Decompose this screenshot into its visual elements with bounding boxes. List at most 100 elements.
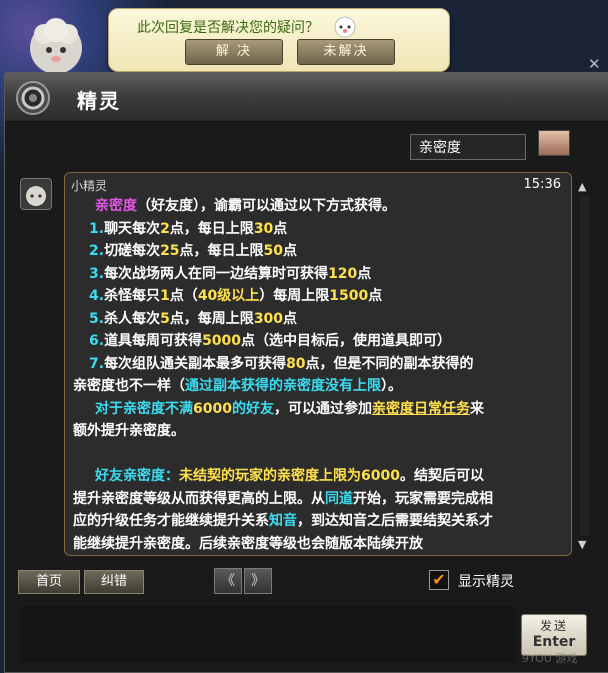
message-segment: 6000 (193, 400, 232, 417)
message-segment: 50 (263, 243, 284, 259)
resolved-button[interactable]: 解 决 (185, 39, 283, 65)
message-line: 应的升级任务才能继续提升关系知音，到达知音之后需要结契关系才 (73, 510, 565, 533)
message-segment: 点 (273, 220, 288, 237)
message-segment: 对于亲密度不满 (95, 400, 193, 417)
home-button[interactable]: 首页 (18, 570, 80, 594)
message-segment: 亲密度 (95, 198, 137, 214)
message-line: 1.聊天每次2点，每日上限30点 (73, 218, 565, 241)
send-key-label: Enter (532, 634, 576, 650)
message-segment: 点 (368, 288, 383, 304)
message-sender: 小精灵 (71, 179, 108, 193)
scroll-down-icon[interactable]: ▼ (578, 538, 592, 551)
message-segment: 每次组队通关副本最多可获得 (104, 355, 287, 372)
message-line: 好友亲密度：未结契的玩家的亲密度上限为6000。结契后可以 (73, 465, 565, 488)
message-segment: 30 (253, 220, 274, 237)
show-sprite-label: 显示精灵 (458, 574, 514, 590)
message-line: 5.杀人每次5点，每周上限300点 (73, 308, 565, 331)
message-line: 亲密度也不一样（通过副本获得的亲密度没有上限）。 (73, 375, 565, 398)
message-time: 15:36 (523, 177, 561, 192)
message-segment: 点（选中目标后，使用道具即可） (241, 333, 452, 349)
message-segment: 1. (89, 220, 105, 237)
message-segment: ）每周上限 (259, 288, 330, 304)
message-segment: 80 (286, 355, 306, 372)
message-line (73, 443, 565, 466)
message-segment: 点（ (169, 288, 198, 304)
message-line: 额外提升亲密度。 (73, 420, 565, 443)
message-segment: 2. (89, 243, 105, 259)
message-segment: 4. (89, 288, 105, 304)
message-segment: 应的升级任务才能继续提升关系 (73, 513, 269, 529)
message-segment: 300 (253, 310, 284, 327)
gear-icon (16, 81, 50, 115)
window-titlebar[interactable]: 精灵 (5, 73, 608, 122)
close-icon[interactable]: ✕ (588, 55, 604, 73)
message-line: 4.杀怪每只1点（40级以上）每周上限1500点 (73, 285, 565, 308)
message-segment: 通过副本获得的亲密度没有上限 (185, 378, 381, 394)
next-page-button[interactable]: 》 (244, 568, 272, 594)
message-segment: 5000 (202, 333, 242, 349)
message-segment: 3. (89, 265, 105, 282)
message-segment: 点，每周上限 (169, 310, 254, 327)
user-avatar (538, 130, 570, 156)
message-segment: 的好友 (231, 400, 274, 417)
message-line: 提升亲密度等级从而获得更高的上限。从同道开始，玩家需要完成相 (73, 488, 565, 511)
message-segment: 1500 (329, 288, 369, 304)
sprite-avatar-icon (20, 178, 52, 210)
message-segment[interactable]: 亲密度日常任务 (372, 401, 470, 417)
message-segment: 5. (89, 310, 105, 327)
message-segment: ）。 (381, 378, 402, 394)
message-segment: 好友亲密度： (95, 468, 179, 484)
sheep-mascot-icon (30, 18, 82, 74)
feedback-bubble: 此次回复是否解决您的疑问？ 解 决 未解决 (108, 8, 450, 72)
message-segment: 120 (328, 265, 358, 282)
message-segment: 25 (160, 243, 180, 259)
topic-tab[interactable]: 亲密度 (410, 134, 526, 160)
message-segment: 切磋每次 (104, 243, 161, 259)
message-segment: 40级以上 (197, 288, 260, 304)
message-segment: ，到达知音之后需要结契关系才 (297, 513, 493, 529)
message-segment: 杀人每次 (104, 310, 161, 327)
message-segment: ，可以通过参加 (273, 400, 372, 417)
message-line: 2.切磋每次25点，每日上限50点 (73, 240, 565, 263)
message-segment: 知音 (269, 513, 297, 529)
message-segment: 能继续提升亲密度。后续亲密度等级也会随版本陆续开放 (73, 535, 423, 552)
message-body: 亲密度（好友度），谕霸可以通过以下方式获得。 1.聊天每次2点，每日上限30点 2.… (73, 195, 565, 555)
message-segment: 点 (357, 265, 372, 282)
message-line: 7.每次组队通关副本最多可获得80点，但是不同的副本获得的 (73, 353, 565, 376)
message-segment: 6. (89, 333, 105, 349)
send-label: 发送 (539, 619, 568, 633)
message-segment: 亲密度也不一样（ (73, 378, 185, 394)
window-title: 精灵 (77, 89, 121, 113)
message-segment: 同道 (325, 490, 353, 507)
message-segment: 5 (160, 310, 170, 327)
report-error-button[interactable]: 纠错 (84, 570, 144, 594)
message-segment: 杀怪每只 (104, 288, 161, 304)
message-line: 对于亲密度不满6000的好友，可以通过参加亲密度日常任务来 (73, 398, 565, 421)
scroll-up-icon[interactable]: ▲ (578, 180, 592, 193)
message-segment: 点 (283, 310, 298, 327)
message-segment: 点，每日上限 (169, 220, 254, 237)
message-segment: 来 (469, 400, 484, 417)
message-segment: 点，但是不同的副本获得的 (305, 355, 474, 372)
message-line: 亲密度（好友度），谕霸可以通过以下方式获得。 (73, 195, 565, 218)
message-segment: 提升亲密度等级从而获得更高的上限。从 (73, 490, 325, 507)
previous-page-button[interactable]: 《 (214, 568, 242, 594)
message-segment: 道具每周可获得 (104, 333, 203, 349)
message-segment: 。结契后可以 (399, 468, 484, 484)
watermark: 9YOU 游戏 (522, 652, 578, 665)
message-segment: （好友度），谕霸可以通过以下方式获得。 (137, 198, 396, 214)
unresolved-button[interactable]: 未解决 (297, 39, 395, 65)
feedback-question: 此次回复是否解决您的疑问？ (137, 20, 319, 36)
scrollbar-track[interactable] (580, 196, 590, 536)
message-line: 能继续提升亲密度。后续亲密度等级也会随版本陆续开放 (73, 533, 565, 556)
message-segment: 额外提升亲密度。 (73, 423, 185, 439)
chat-input[interactable] (20, 606, 516, 662)
message-segment: 点，每日上限 (179, 243, 264, 259)
show-sprite-checkbox[interactable]: ✔ (429, 570, 449, 590)
message-segment: 聊天每次 (104, 220, 161, 237)
message-segment: 点 (283, 243, 298, 259)
message-segment: 2 (160, 220, 170, 237)
message-line: 6.道具每周可获得5000点（选中目标后，使用道具即可） (73, 330, 565, 353)
message-line: 3.每次战场两人在同一边结算时可获得120点 (73, 263, 565, 286)
message-segment: 开始，玩家需要完成相 (353, 490, 493, 507)
